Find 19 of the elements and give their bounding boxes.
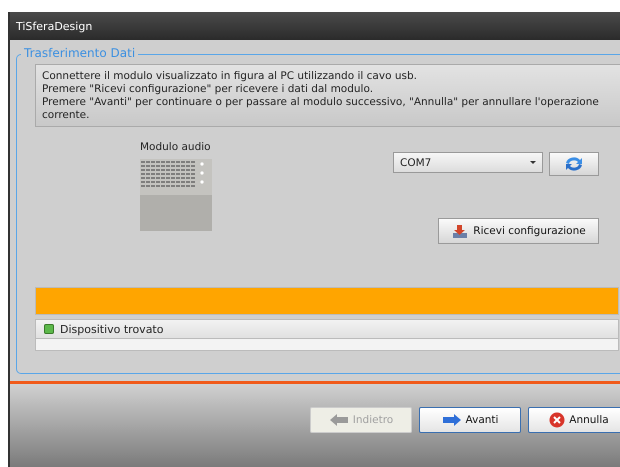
audio-module-drawing [140,159,212,231]
right-arrow-icon [442,413,462,427]
dropdown-arrow-icon [530,161,536,164]
module-label: Modulo audio [140,141,212,153]
instruction-text: Premere "Ricevi configurazione" per ricevere i dati dal modulo. [42,83,374,96]
instruction-text: Premere "Avanti" per continuare o per passare al modulo successivo, "Annulla" per annullare l'operazione corrente. [42,96,600,122]
close-icon [549,412,566,428]
left-arrow-icon [328,413,349,427]
group-title: Trasferimento Dati [21,46,138,60]
refresh-button[interactable] [549,152,599,176]
download-device-icon [451,222,470,240]
refresh-icon [563,155,585,173]
next-button[interactable]: Avanti [419,407,521,433]
log-message: Dispositivo trovato [60,322,164,336]
window-title: TiSferaDesign [16,20,92,32]
instruction-text: Connettere il modulo visualizzato in figura al PC utilizzando il cavo usb. [42,70,418,83]
port-dropdown[interactable]: COM7 [393,152,543,173]
receive-configuration-button[interactable]: Ricevi configurazione [438,218,599,244]
cancel-button[interactable]: Annulla [528,407,620,433]
